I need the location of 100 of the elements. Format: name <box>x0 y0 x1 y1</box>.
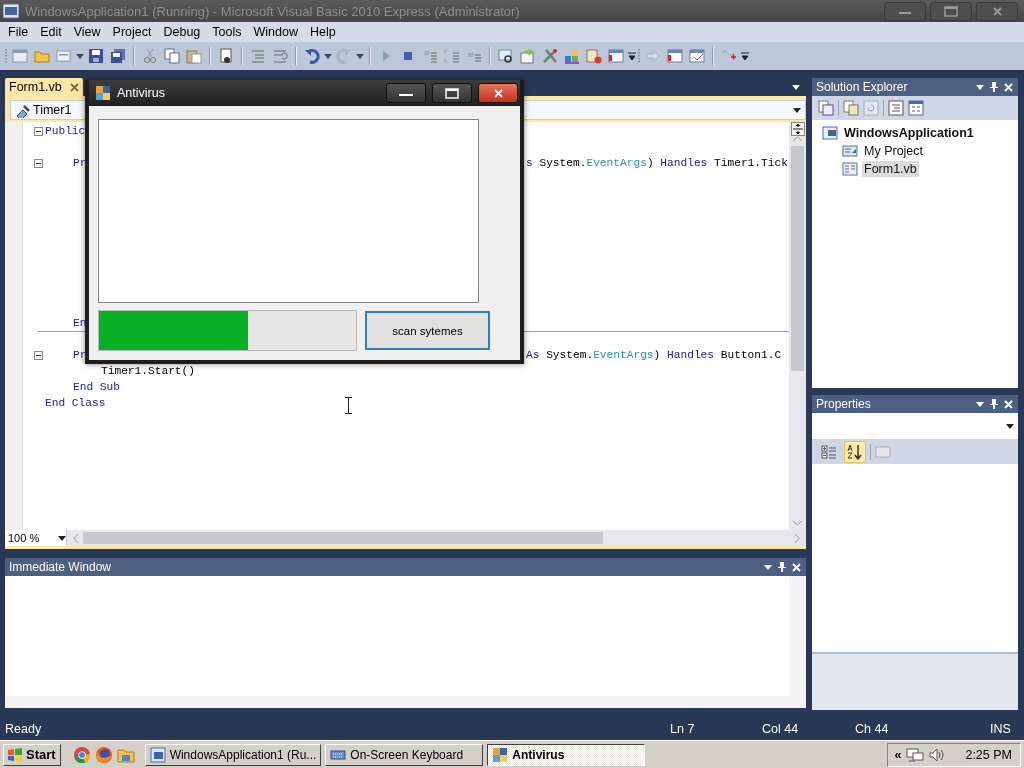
menu-item[interactable]: Window <box>247 25 304 39</box>
maximize-icon <box>445 87 459 99</box>
caret-icon[interactable] <box>976 400 984 408</box>
scroll-up-icon[interactable] <box>793 136 802 142</box>
scrollbar-thumb[interactable] <box>83 532 603 544</box>
timer-icon <box>15 104 31 118</box>
show-files-icon[interactable] <box>818 100 834 116</box>
clipboard-error-icon[interactable] <box>586 48 602 64</box>
save-icon[interactable] <box>88 48 104 64</box>
code-text: Pr <box>73 349 87 361</box>
paste-icon[interactable] <box>186 48 202 64</box>
insert-mode: INS <box>990 722 1011 736</box>
overflow-icon[interactable] <box>628 51 636 61</box>
pin-icon[interactable] <box>990 399 998 409</box>
menu-item[interactable]: View <box>67 25 107 39</box>
overflow-icon[interactable] <box>741 51 749 61</box>
find-icon[interactable] <box>218 48 234 64</box>
outdent-icon[interactable] <box>272 48 288 64</box>
refresh-icon[interactable] <box>863 100 879 116</box>
scroll-left-icon[interactable] <box>73 533 79 543</box>
speaker-icon[interactable] <box>929 746 946 763</box>
browser-icon[interactable] <box>72 745 91 764</box>
caret-icon[interactable] <box>793 106 801 114</box>
tree-item[interactable]: My Project <box>862 143 926 159</box>
copy-icon[interactable] <box>164 48 180 64</box>
scissors-icon[interactable] <box>142 48 158 64</box>
scan-button[interactable]: scan sytemes <box>365 311 490 350</box>
form-icon <box>842 143 858 159</box>
window-title: WindowsApplication1 (Running) - Microsoft Visual Basic 2010 Express (Administrator) <box>25 3 521 19</box>
blocks-icon[interactable] <box>564 48 580 64</box>
scrollbar[interactable] <box>5 696 806 708</box>
code-text: Timer1.Start() <box>101 365 195 377</box>
tree-item[interactable]: WindowsApplication1 <box>842 125 976 141</box>
splitter-icon[interactable] <box>790 122 805 136</box>
undo-icon[interactable] <box>304 48 320 64</box>
maximize-icon <box>944 5 958 17</box>
window-title: Antivirus <box>117 86 166 100</box>
document-tab[interactable]: Form1.vb <box>5 78 83 96</box>
browser-icon[interactable] <box>94 745 113 764</box>
status-message: Ready <box>5 722 43 736</box>
caret-icon[interactable] <box>764 563 772 571</box>
taskbar-button[interactable]: Antivirus <box>487 743 646 766</box>
search-window-icon[interactable] <box>498 48 514 64</box>
start-button[interactable]: Start <box>3 743 61 766</box>
properties-icon[interactable] <box>520 48 536 64</box>
menu-item[interactable]: Project <box>106 25 158 39</box>
collapse-icon[interactable] <box>34 350 43 360</box>
maximize-button[interactable] <box>432 83 472 103</box>
collapse-icon[interactable] <box>34 126 43 136</box>
code-text: End Sub <box>73 381 120 393</box>
panel-title: Solution Explorer <box>816 80 908 94</box>
caret-icon[interactable] <box>1006 422 1014 430</box>
designer-view-icon[interactable] <box>908 100 924 116</box>
grip-icon[interactable] <box>638 48 641 64</box>
copy-icon[interactable] <box>843 100 859 116</box>
close-button[interactable] <box>478 83 518 103</box>
scrollbar[interactable] <box>789 576 806 696</box>
menu-item[interactable]: File <box>2 25 35 39</box>
grip-icon[interactable] <box>5 48 8 64</box>
collapse-icon[interactable] <box>34 158 43 168</box>
window-icon[interactable] <box>689 48 705 64</box>
window-icon[interactable] <box>667 48 683 64</box>
network-icon[interactable] <box>906 746 925 763</box>
windows-flag-icon <box>7 746 23 763</box>
tools-icon[interactable] <box>542 48 558 64</box>
caret-icon[interactable] <box>976 83 984 91</box>
menu-item[interactable]: Tools <box>206 25 248 39</box>
panel-title: Properties <box>816 397 871 411</box>
tree-item[interactable]: Form1.vb <box>862 161 919 177</box>
window-icon[interactable] <box>56 48 72 64</box>
close-icon[interactable] <box>69 82 79 92</box>
scroll-right-icon[interactable] <box>794 533 800 543</box>
code-text: Public <box>45 125 86 137</box>
scroll-down-icon[interactable] <box>793 520 802 526</box>
taskbar-button[interactable]: On-Screen Keyboard <box>325 743 484 766</box>
panel-title: Immediate Window <box>9 560 112 574</box>
menu-item[interactable]: Debug <box>157 25 207 39</box>
taskbar-button[interactable]: WindowsApplication1 (Ru... <box>144 743 322 766</box>
vb-app-icon <box>149 746 166 763</box>
form-app-icon <box>492 746 509 763</box>
save-all-icon[interactable] <box>110 48 126 64</box>
window-icon[interactable] <box>12 48 28 64</box>
close-icon[interactable] <box>992 6 1002 16</box>
menu-item[interactable]: Help <box>304 25 342 39</box>
scrollbar-thumb[interactable] <box>791 146 804 371</box>
pin-icon[interactable] <box>778 562 786 572</box>
pin-icon[interactable] <box>990 82 998 92</box>
object-combo-value: Timer1 <box>33 103 72 117</box>
minimize-button[interactable] <box>386 83 426 103</box>
tray-expand-button[interactable]: « <box>894 747 902 762</box>
code-text: Pr <box>73 157 87 169</box>
caret-icon[interactable] <box>792 83 800 91</box>
text-cursor-icon <box>345 397 352 414</box>
form-app-icon <box>95 85 111 101</box>
window-icon[interactable] <box>608 48 624 64</box>
menu-item[interactable]: Edit <box>34 25 68 39</box>
code-view-icon[interactable] <box>888 100 904 116</box>
line-number: Ln 7 <box>670 722 695 736</box>
caret-icon[interactable] <box>58 534 66 542</box>
code-text: En <box>73 317 87 329</box>
